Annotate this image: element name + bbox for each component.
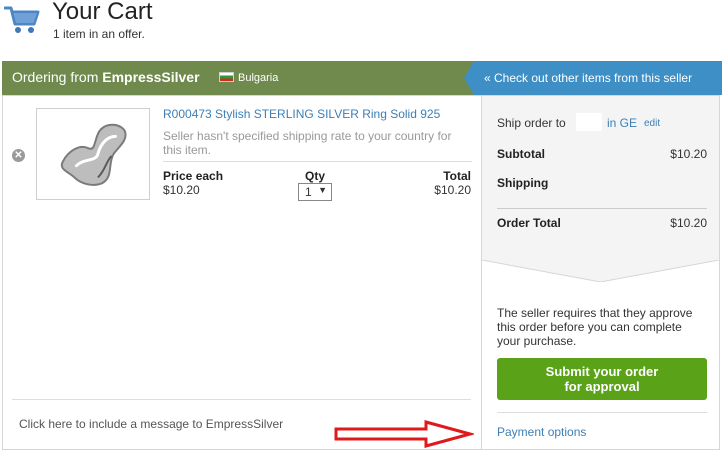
divider (12, 399, 471, 400)
seller-name: EmpressSilver (102, 69, 200, 85)
quantity-select[interactable]: 1 ▼ (298, 183, 332, 201)
subtotal-value: $10.20 (670, 147, 707, 161)
ship-address-redacted (576, 113, 602, 131)
summary-chevron (482, 260, 719, 282)
qty-label: Qty (305, 169, 326, 183)
banner-prefix: Ordering from (12, 69, 103, 85)
submit-order-button[interactable]: Submit your order for approval (497, 358, 707, 400)
divider (497, 412, 707, 413)
include-message-link[interactable]: Click here to include a message to Empre… (19, 417, 283, 431)
chevron-down-icon: ▼ (318, 185, 327, 195)
bulgaria-flag-icon (219, 72, 234, 82)
ring-product-image[interactable] (36, 108, 150, 200)
ship-country: in GE (607, 116, 638, 130)
ship-order-label: Ship order to (497, 116, 566, 130)
divider (163, 161, 472, 162)
edit-shipping-link[interactable]: edit (644, 118, 660, 129)
approval-note: The seller requires that they approve th… (497, 306, 693, 348)
page-subtitle: 1 item in an offer. (53, 27, 145, 41)
other-items-link-text: « Check out other items from this seller (484, 71, 693, 85)
remove-item-icon[interactable]: ✕ (12, 149, 25, 162)
page-title: Your Cart (52, 0, 153, 25)
seller-banner: Ordering from EmpressSilver Bulgaria (2, 61, 474, 95)
other-items-link[interactable]: « Check out other items from this seller (464, 61, 722, 95)
submit-button-line2: for approval (564, 379, 640, 394)
banner-text: Ordering from EmpressSilver (12, 69, 200, 85)
price-each-value: $10.20 (163, 183, 200, 197)
item-total-value: $10.20 (434, 183, 471, 197)
cart-icon (4, 6, 40, 33)
divider (497, 208, 707, 209)
order-total-value: $10.20 (670, 216, 707, 230)
order-total-label: Order Total (497, 216, 561, 230)
price-each-label: Price each (163, 169, 224, 183)
item-title-link[interactable]: R000473 Stylish STERLING SILVER Ring Sol… (163, 107, 440, 121)
shipping-label: Shipping (497, 176, 549, 190)
red-arrow-annotation (334, 420, 474, 448)
quantity-value: 1 (305, 185, 312, 199)
shipping-note: Seller hasn't specified shipping rate to… (163, 129, 452, 157)
submit-button-line1: Submit your order (545, 364, 659, 379)
item-total-label: Total (443, 169, 471, 183)
payment-options-link[interactable]: Payment options (497, 425, 586, 439)
seller-country: Bulgaria (238, 72, 279, 84)
subtotal-label: Subtotal (497, 147, 545, 161)
